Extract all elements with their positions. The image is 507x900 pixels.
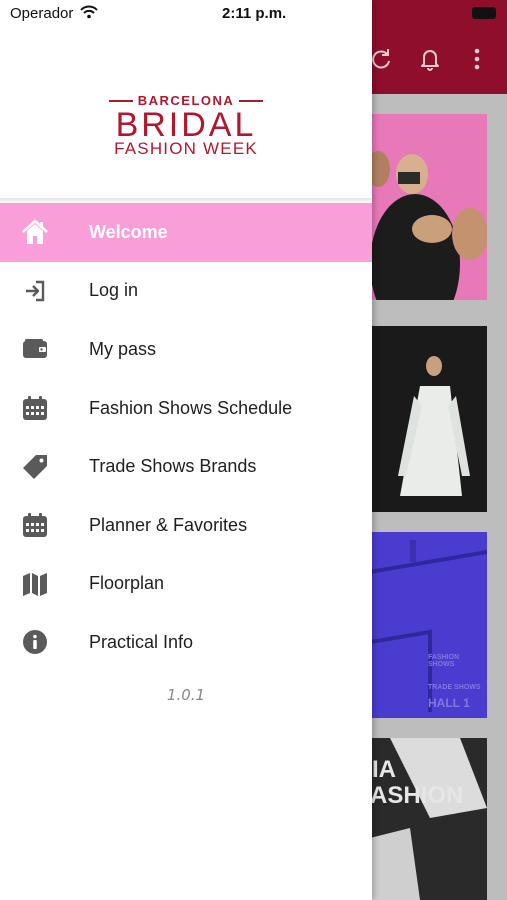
tag-icon xyxy=(21,453,49,481)
more-vertical-icon[interactable] xyxy=(466,46,492,72)
menu-label: Planner & Favorites xyxy=(89,514,248,535)
wallet-icon xyxy=(21,335,49,363)
logo-line-bridal: BRIDAL xyxy=(115,106,257,144)
menu-item-trade-shows-brands[interactable]: Trade Shows Brands xyxy=(0,437,372,496)
home-icon xyxy=(21,218,49,246)
news-card-image[interactable]: FASHION SHOWS TRADE SHOWS HALL 1 xyxy=(370,532,487,718)
map-icon xyxy=(21,570,49,598)
menu-label: Practical Info xyxy=(89,631,194,652)
menu-item-log-in[interactable]: Log in xyxy=(0,262,372,321)
menu-label: My pass xyxy=(89,338,157,359)
card-text: ASHION xyxy=(370,782,464,809)
menu-label: Welcome xyxy=(89,221,168,242)
clock: 2:11 p.m. xyxy=(222,5,287,22)
menu-label: Floorplan xyxy=(89,573,165,594)
calendar-icon xyxy=(21,394,49,422)
drawer-menu: Welcome Log in My pass Fashion Shows Sch… xyxy=(0,203,372,672)
login-icon xyxy=(21,277,49,305)
menu-label: Log in xyxy=(89,280,139,301)
info-icon xyxy=(21,628,49,656)
card-text: IA xyxy=(372,756,396,783)
bell-icon[interactable] xyxy=(417,46,443,72)
calendar-icon xyxy=(21,511,49,539)
menu-item-planner-favorites[interactable]: Planner & Favorites xyxy=(0,496,372,555)
news-card-image[interactable]: IA ASHION xyxy=(370,738,487,900)
battery-icon xyxy=(472,7,496,19)
menu-item-welcome[interactable]: Welcome xyxy=(0,203,372,262)
menu-item-floorplan[interactable]: Floorplan xyxy=(0,555,372,614)
wifi-icon xyxy=(80,5,98,24)
card-text: TRADE SHOWS xyxy=(428,684,481,691)
card-text: HALL 1 xyxy=(428,696,470,710)
menu-item-fashion-shows-schedule[interactable]: Fashion Shows Schedule xyxy=(0,379,372,438)
menu-item-my-pass[interactable]: My pass xyxy=(0,320,372,379)
app-version: 1.0.1 xyxy=(166,686,206,704)
card-text: FASHION SHOWS xyxy=(428,654,460,668)
news-card-image[interactable] xyxy=(370,114,487,300)
news-card-image[interactable] xyxy=(370,326,487,512)
status-bar: Operador 2:11 p.m. xyxy=(0,0,507,30)
navigation-drawer: BARCELONA BRIDAL FASHION WEEK Welcome Lo… xyxy=(0,0,372,900)
menu-label: Trade Shows Brands xyxy=(89,456,257,477)
brand-logo: BARCELONA BRIDAL FASHION WEEK xyxy=(96,94,276,158)
menu-label: Fashion Shows Schedule xyxy=(89,397,293,418)
menu-item-practical-info[interactable]: Practical Info xyxy=(0,613,372,672)
carrier-label: Operador xyxy=(10,5,74,22)
logo-line-fashion-week: FASHION WEEK xyxy=(114,139,258,158)
